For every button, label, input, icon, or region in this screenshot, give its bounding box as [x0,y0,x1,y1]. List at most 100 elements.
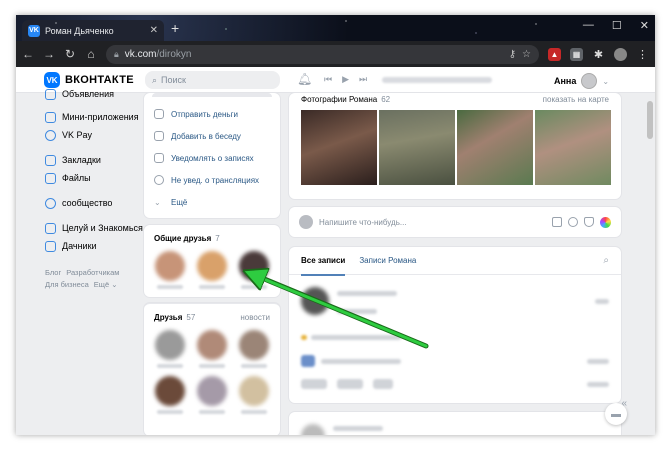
post-author-blurred [337,291,397,296]
notify-posts-button[interactable]: Уведомлять о записях [144,147,280,169]
ruble-icon [45,129,56,141]
menu-dots-icon[interactable]: ⋮ [636,47,649,61]
friend-avatar [197,376,227,406]
friend-item[interactable] [197,330,227,368]
notifications-bell-icon[interactable]: 🔔︎ [297,72,312,86]
nav-item-bookmarks[interactable]: Закладки [45,151,145,169]
friend-item[interactable] [239,376,269,414]
notify-streams-button[interactable]: Не увед. о трансляциях [144,169,280,191]
close-window-button[interactable]: ✕ [640,19,649,32]
tab-close-icon[interactable]: ✕ [150,25,158,36]
friend-item[interactable] [155,376,185,414]
friends-count: 57 [186,313,196,322]
photos-title-link[interactable]: Фотографии Романа 62 [301,95,390,104]
star-icon[interactable]: ☆ [522,49,531,60]
search-icon[interactable]: ⌕ [603,255,609,266]
add-to-chat-button[interactable]: Добавить в беседу [144,125,280,147]
friend-item[interactable] [239,330,269,368]
nav-item-ads[interactable]: Объявления [45,87,145,101]
feed-tabs: Все записи Записи Романа ⌕ [289,247,621,276]
nav-item-group-kiss[interactable]: Целуй и Знакомься [45,219,145,237]
forward-icon[interactable]: → [43,47,55,61]
music-note-icon[interactable] [584,217,594,227]
photo-thumbnail[interactable] [379,110,455,185]
back-icon[interactable]: ← [22,47,34,61]
post-author-blurred [333,426,383,431]
nav-item-vk-pay[interactable]: VK Pay [45,126,145,144]
tab-roman-posts[interactable]: Записи Романа [359,256,416,265]
comment-button-blurred[interactable] [337,379,363,389]
post-text-blurred [311,335,402,340]
previous-track-icon[interactable]: ⏮︎ [324,74,332,85]
friend-item[interactable] [155,330,185,368]
window-controls: — ☐ ✕ [583,19,649,32]
more-attachments-icon[interactable] [600,216,611,228]
friend-name-blurred [241,285,267,289]
share-button-blurred[interactable] [373,379,393,389]
video-icon[interactable] [568,217,578,227]
nav-item-label: Дачники [62,241,97,251]
photo-thumbnail[interactable] [535,110,611,185]
reload-icon[interactable]: ↻ [64,47,76,61]
chat-bubble-icon[interactable]: ▬ [605,403,627,425]
common-friends-block: Общие друзья 7 [144,225,280,297]
nav-item-files[interactable]: Файлы [45,169,145,187]
next-track-icon[interactable]: ⏭︎ [359,74,367,85]
minimize-button[interactable]: — [583,19,594,32]
friends-block: Друзья 57 новости [144,303,280,435]
common-friends-list [144,243,280,289]
puzzle-icon[interactable]: ✱ [592,47,605,61]
play-icon[interactable]: ▶ [342,74,349,85]
browser-tab[interactable]: VK Роман Дьяченко ✕ [22,20,164,41]
post-author-avatar[interactable] [301,287,329,315]
composer-input[interactable]: Напишите что-нибудь... [319,218,546,227]
extension-icon-grid[interactable]: ▦ [570,47,583,61]
key-icon[interactable]: ⚷ [509,49,516,60]
like-button-blurred[interactable] [301,379,327,389]
friend-avatar [197,251,227,281]
nav-item-group-dachniki[interactable]: Дачники [45,237,145,255]
friend-item[interactable] [197,251,227,289]
home-icon[interactable]: ⌂ [85,47,97,61]
show-on-map-link[interactable]: показать на карте [543,95,609,104]
friend-item[interactable] [239,251,269,289]
more-actions-button[interactable]: ⌄ Ещё [144,191,280,213]
footer-link-more[interactable]: Ещё ⌄ [94,280,118,289]
friend-item[interactable] [155,251,185,289]
scrollbar-thumb[interactable] [647,101,653,139]
common-friends-header[interactable]: Общие друзья 7 [144,225,280,243]
friend-avatar [155,376,185,406]
tab-all-posts[interactable]: Все записи [301,247,346,276]
send-money-button[interactable]: Отправить деньги [144,103,280,125]
vk-logo[interactable]: VK ВКОНТАКТЕ [44,72,134,88]
friend-name-blurred [157,285,183,289]
user-menu[interactable]: Анна ⌄ [554,73,609,89]
nav-item-mini-apps[interactable]: Мини-приложения [45,108,145,126]
extension-icon-red[interactable]: ▲ [548,47,561,61]
footer-link-blog[interactable]: Блог [45,268,61,277]
camera-icon[interactable] [552,217,562,227]
user-avatar [581,73,598,89]
nav-item-community[interactable]: сообщество [45,194,145,212]
friends-title: Друзья [154,313,183,322]
maximize-button[interactable]: ☐ [612,19,622,32]
post-author-avatar[interactable] [301,424,325,435]
footer-link-developers[interactable]: Разработчикам [66,268,119,277]
friends-news-link[interactable]: новости [240,313,270,322]
search-input[interactable]: ⌕ Поиск [145,71,280,89]
photo-thumbnail[interactable] [301,110,377,185]
profile-avatar-icon[interactable] [614,47,627,61]
attachment-blurred [301,355,315,367]
friend-avatar [239,330,269,360]
footer-link-business[interactable]: Для бизнеса [45,280,89,289]
browser-toolbar: ← → ↻ ⌂ 🔒︎ vk.com/dirokyn ⚷ ☆ ▲ ▦ ✱ ⋮ [16,41,655,67]
friends-header[interactable]: Друзья 57 новости [144,304,280,322]
friend-item[interactable] [197,376,227,414]
url-text[interactable]: vk.com/dirokyn [125,49,503,60]
scrollbar[interactable] [647,95,653,425]
address-bar[interactable]: 🔒︎ vk.com/dirokyn ⚷ ☆ [106,44,539,64]
url-path: /dirokyn [156,48,192,60]
new-tab-button[interactable]: + [171,20,179,36]
photo-thumbnail[interactable] [457,110,533,185]
briefcase-icon [45,222,56,234]
